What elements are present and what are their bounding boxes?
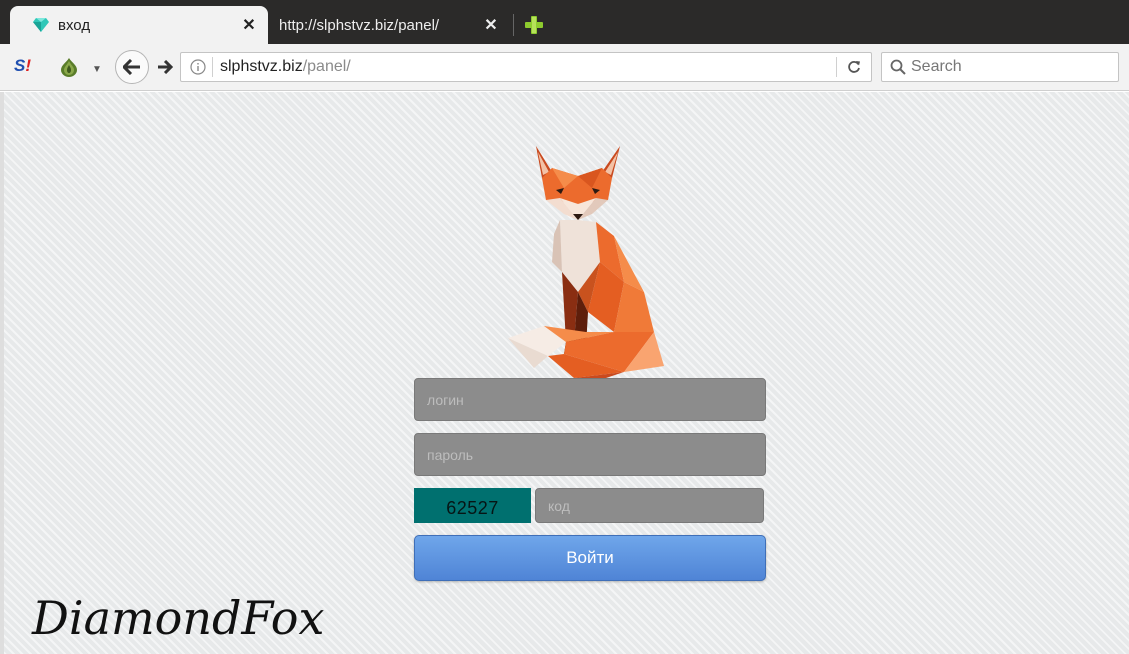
captcha-image: 62527 [414,488,531,523]
extension-s-icon[interactable]: S! [14,56,38,78]
nav-bar: S! ▼ slphstvz.biz/panel/ [0,44,1129,91]
arrow-right-icon [158,60,173,74]
diamondfox-logo-image: DiamondFox [31,591,324,645]
close-icon[interactable]: ✕ [238,14,260,36]
tab-panel-url[interactable]: http://slphstvz.biz/panel/ ✕ [270,6,510,44]
tab-strip: вход ✕ http://slphstvz.biz/panel/ ✕ [0,0,1129,44]
forward-button[interactable] [155,57,175,77]
onion-icon[interactable] [58,56,82,78]
tab-login[interactable]: вход ✕ [10,6,268,44]
url-path: /panel/ [302,58,351,75]
search-icon [890,59,906,75]
fox-logo-image [508,146,664,382]
reload-icon[interactable] [837,53,871,81]
tab-label: вход [58,16,91,34]
diamond-icon [32,16,50,34]
arrow-left-icon [123,59,140,75]
url-divider [212,57,213,77]
url-host: slphstvz.biz [220,58,303,75]
url-text[interactable]: slphstvz.biz/panel/ [220,58,836,76]
chevron-down-icon[interactable]: ▼ [92,64,104,75]
new-tab-icon[interactable] [524,15,544,35]
page-content: 62527 Войти DiamondFox [0,92,1129,654]
search-input[interactable] [911,58,1118,76]
password-input[interactable] [414,433,766,476]
close-icon[interactable]: ✕ [480,14,502,36]
url-bar[interactable]: slphstvz.biz/panel/ [180,52,872,82]
captcha-code-input[interactable] [535,488,764,523]
info-icon[interactable] [190,59,206,75]
search-bar[interactable] [881,52,1119,82]
login-button[interactable]: Войти [414,535,766,581]
logo-text: DiamondFox [31,591,324,645]
tab-divider [513,14,514,36]
back-button[interactable] [115,50,149,84]
tab-label: http://slphstvz.biz/panel/ [279,16,440,34]
login-input[interactable] [414,378,766,421]
